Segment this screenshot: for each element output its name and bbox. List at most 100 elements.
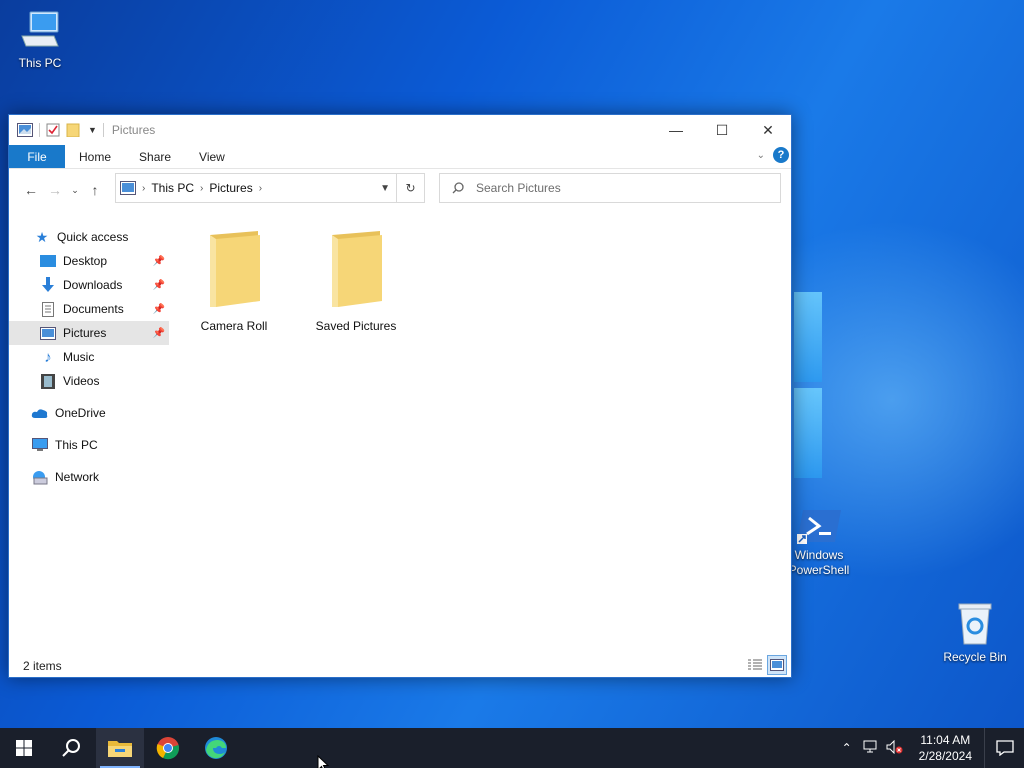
action-center-button[interactable] [984,728,1024,768]
breadcrumb-chevron-icon[interactable]: › [259,183,262,194]
download-arrow-icon [39,277,57,293]
navigation-pane: ★ Quick access Desktop 📌 Downloads 📌 Doc… [9,225,169,489]
taskbar-chrome[interactable] [144,728,192,768]
toolbar-divider [102,123,104,137]
recycle-bin-icon [958,603,992,645]
nav-desktop[interactable]: Desktop 📌 [9,249,169,273]
nav-downloads[interactable]: Downloads 📌 [9,273,169,297]
forward-button[interactable]: → [43,182,67,198]
nav-quick-access[interactable]: ★ Quick access [9,225,169,249]
back-button[interactable]: ← [19,182,43,198]
desktop-folder-icon [39,253,57,269]
title-bar: ▼ Pictures — ☐ ✕ [9,115,791,145]
search-icon [452,182,464,194]
tab-share[interactable]: Share [125,145,185,168]
pictures-icon [39,325,57,341]
nav-item-label: This PC [55,438,98,452]
address-bar[interactable]: › This PC › Pictures › ▼ ↻ [115,173,425,203]
properties-icon[interactable] [46,123,60,137]
show-hidden-icons-chevron-icon[interactable]: ⌃ [835,741,859,755]
search-box[interactable] [439,173,781,203]
chrome-icon [156,737,179,760]
search-button[interactable] [48,728,96,768]
refresh-button[interactable]: ↻ [396,174,424,202]
nav-this-pc[interactable]: This PC [9,433,169,457]
star-icon: ★ [35,228,49,245]
wallpaper-logo-pane [794,388,822,478]
breadcrumb-this-pc[interactable]: This PC [151,181,194,195]
up-button[interactable]: ↑ [83,182,107,198]
music-note-icon: ♪ [44,348,52,366]
document-icon [39,301,57,317]
large-icons-view-icon[interactable] [767,655,787,675]
pin-icon[interactable]: 📌 [153,256,165,267]
breadcrumb-chevron-icon[interactable]: › [200,183,203,194]
recent-locations-chevron-icon[interactable]: ⌄ [67,185,83,196]
breadcrumb-chevron-icon[interactable]: › [142,183,145,194]
volume-muted-icon[interactable] [883,739,907,757]
desktop-icon-recycle-bin[interactable]: Recycle Bin [935,602,1015,665]
details-view-icon[interactable] [745,655,765,675]
folder-name: Saved Pictures [315,319,397,333]
folder-icon [210,231,260,307]
window-controls: — ☐ ✕ [653,115,791,145]
window-title: Pictures [111,123,156,137]
taskbar-file-explorer[interactable] [96,728,144,768]
start-button[interactable] [0,728,48,768]
taskbar-edge[interactable] [192,728,240,768]
nav-item-label: Downloads [63,278,123,292]
nav-item-label: OneDrive [55,406,106,420]
nav-item-label: Documents [63,302,124,316]
nav-pictures[interactable]: Pictures 📌 [9,321,169,345]
close-button[interactable]: ✕ [745,115,791,145]
expand-ribbon-chevron-icon[interactable]: ⌄ [757,150,765,161]
edge-icon [205,737,227,759]
file-explorer-icon [108,741,132,757]
status-item-count: 2 items [23,659,62,673]
tab-view[interactable]: View [185,145,239,168]
wallpaper-logo-pane [794,292,822,382]
nav-documents[interactable]: Documents 📌 [9,297,169,321]
ribbon-right-controls: ⌄ ? [757,147,789,163]
folder-item[interactable]: Saved Pictures [301,229,411,333]
pin-icon[interactable]: 📌 [153,280,165,291]
toolbar-divider [39,123,40,137]
pictures-window-icon [17,123,33,137]
notification-icon [995,740,1014,756]
clock[interactable]: 11:04 AM 2/28/2024 [907,732,984,764]
nav-music[interactable]: ♪ Music [9,345,169,369]
tab-file[interactable]: File [9,145,65,168]
pin-icon[interactable]: 📌 [153,304,165,315]
nav-videos[interactable]: Videos [9,369,169,393]
computer-icon [31,437,49,453]
film-strip-icon [39,373,57,389]
view-switcher [745,655,787,675]
network-status-icon[interactable] [859,740,883,757]
folder-item[interactable]: Camera Roll [179,229,289,333]
desktop-icon-this-pc[interactable]: This PC [0,10,80,71]
mouse-cursor-icon [317,755,329,768]
help-button[interactable]: ? [773,147,789,163]
maximize-button[interactable]: ☐ [699,115,745,145]
minimize-button[interactable]: — [653,115,699,145]
nav-item-label: Desktop [63,254,108,268]
breadcrumb-pictures[interactable]: Pictures [209,181,252,195]
address-dropdown-chevron-icon[interactable]: ▼ [380,183,390,194]
pin-icon[interactable]: 📌 [153,328,165,339]
nav-network[interactable]: Network [9,465,169,489]
nav-onedrive[interactable]: OneDrive [9,401,169,425]
clock-date: 2/28/2024 [918,749,972,763]
ribbon-tabs: File Home Share View ⌄ ? [9,145,791,169]
desktop-icon-label: This PC [18,56,62,70]
tab-home[interactable]: Home [65,145,125,168]
customize-toolbar-chevron-icon[interactable]: ▼ [88,125,97,135]
powershell-icon [797,510,841,544]
computer-icon [21,11,59,47]
clock-time: 11:04 AM [920,733,971,747]
pictures-location-icon [120,181,136,195]
search-input[interactable] [476,181,756,195]
network-icon [31,469,49,485]
new-folder-icon[interactable] [66,123,82,137]
nav-item-label: Music [63,350,95,364]
windows-logo-icon [16,740,32,756]
